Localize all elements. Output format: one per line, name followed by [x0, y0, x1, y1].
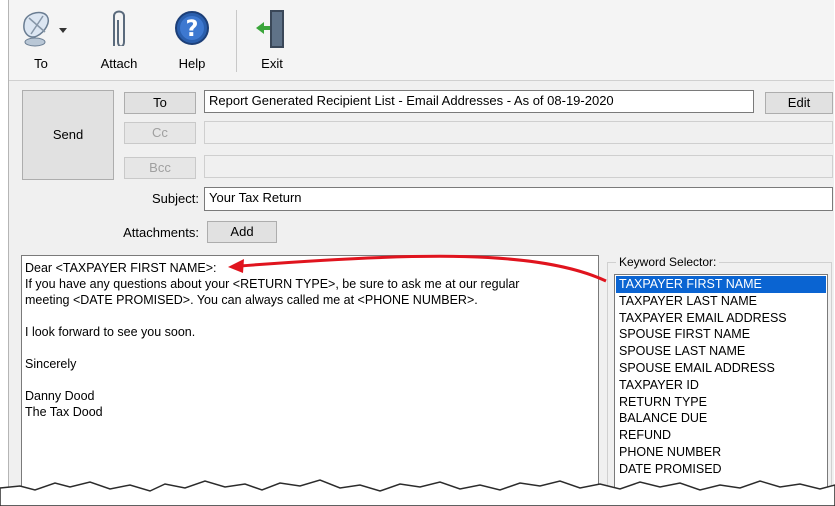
bcc-field[interactable] [204, 155, 833, 178]
attach-button[interactable]: Attach [91, 0, 147, 78]
body-line: Danny Dood [25, 389, 95, 403]
message-body[interactable]: Dear <TAXPAYER FIRST NAME>: If you have … [21, 255, 599, 506]
keyword-item[interactable]: BALANCE DUE [616, 410, 826, 427]
keyword-selector-title: Keyword Selector: [616, 255, 720, 269]
to-field[interactable]: Report Generated Recipient List - Email … [204, 90, 754, 113]
body-line: If you have any questions about your <RE… [25, 277, 520, 291]
bcc-button[interactable]: Bcc [124, 157, 196, 179]
keyword-item[interactable]: RETURN TYPE [616, 394, 826, 411]
svg-text:?: ? [186, 17, 199, 42]
body-line: meeting <DATE PROMISED>. You can always … [25, 293, 478, 307]
cc-button[interactable]: Cc [124, 122, 196, 144]
keyword-item[interactable]: REFUND [616, 427, 826, 444]
edit-button[interactable]: Edit [765, 92, 833, 114]
torn-edge [0, 479, 835, 506]
cc-field[interactable] [204, 121, 833, 144]
help-label: Help [178, 56, 206, 71]
keyword-item[interactable]: TAXPAYER LAST NAME [616, 293, 826, 310]
body-line: Dear <TAXPAYER FIRST NAME>: [25, 261, 217, 275]
exit-door-icon [254, 6, 290, 55]
to-button[interactable]: To [124, 92, 196, 114]
paperclip-icon [104, 6, 134, 55]
to-toolbar-label: To [34, 56, 48, 71]
keyword-item[interactable]: PHONE NUMBER [616, 444, 826, 461]
body-line [25, 372, 595, 388]
address-book-icon [15, 6, 67, 55]
email-window: To Attach ? Help Exit Send To Report Gen… [8, 0, 834, 506]
body-line: I look forward to see you soon. [25, 325, 196, 339]
keyword-item[interactable]: SPOUSE FIRST NAME [616, 326, 826, 343]
keyword-item[interactable]: TAXPAYER FIRST NAME [616, 276, 826, 293]
body-line: Sincerely [25, 357, 77, 371]
keyword-item[interactable]: TAXPAYER ID [616, 377, 826, 394]
help-button[interactable]: ? Help [164, 0, 220, 78]
keyword-item[interactable]: TAXPAYER EMAIL ADDRESS [616, 310, 826, 327]
attachments-label: Attachments: [123, 225, 199, 240]
keyword-item[interactable]: SPOUSE EMAIL ADDRESS [616, 360, 826, 377]
help-icon: ? [172, 6, 212, 53]
toolbar-separator [236, 10, 237, 72]
toolbar: To Attach ? Help Exit [9, 0, 834, 81]
send-button[interactable]: Send [22, 90, 114, 180]
attach-label: Attach [100, 56, 138, 71]
body-line: The Tax Dood [25, 405, 103, 419]
body-line [25, 308, 595, 324]
exit-label: Exit [261, 56, 283, 71]
subject-field[interactable]: Your Tax Return [204, 187, 833, 211]
body-line [25, 340, 595, 356]
keyword-item[interactable]: SPOUSE LAST NAME [616, 343, 826, 360]
exit-button[interactable]: Exit [247, 0, 297, 78]
add-attachment-button[interactable]: Add [207, 221, 277, 243]
to-toolbar-button[interactable]: To [11, 0, 71, 78]
subject-label: Subject: [152, 191, 199, 206]
